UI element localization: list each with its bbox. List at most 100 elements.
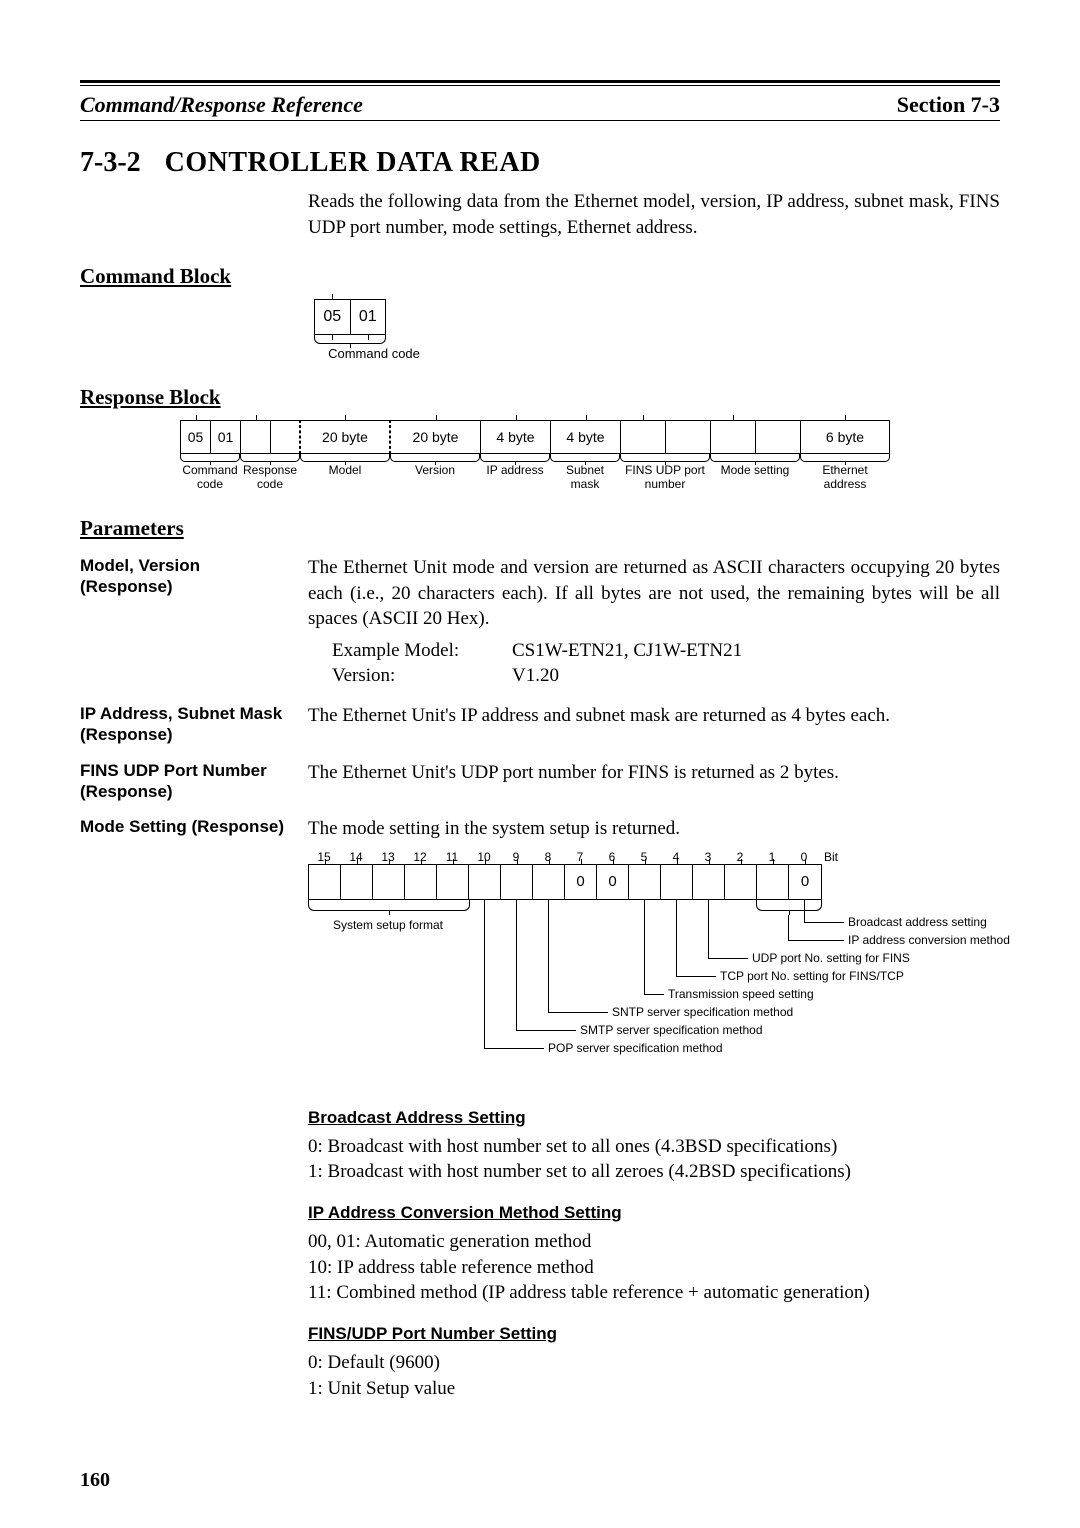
param-text: The mode setting in the system setup is … bbox=[308, 816, 1000, 842]
bit-cell bbox=[437, 865, 469, 899]
field-label: Response code bbox=[240, 464, 300, 492]
bit-number: 0 bbox=[788, 850, 820, 864]
running-header-left: Command/Response Reference bbox=[80, 92, 363, 118]
list-item: 11: Combined method (IP address table re… bbox=[308, 1280, 1000, 1306]
brace bbox=[800, 454, 890, 462]
pointer-label: UDP port No. setting for FINS bbox=[752, 951, 910, 965]
bit-cell bbox=[501, 865, 533, 899]
bit-cell bbox=[533, 865, 565, 899]
pointer-label: SNTP server specification method bbox=[612, 1005, 793, 1019]
parameters-heading: Parameters bbox=[80, 516, 1000, 541]
bit-cell bbox=[693, 865, 725, 899]
list-item: 1: Unit Setup value bbox=[308, 1376, 1000, 1402]
param-ip: IP Address, Subnet Mask (Response) The E… bbox=[80, 703, 1000, 746]
example-key: Example Model: bbox=[332, 638, 512, 664]
running-header-right: Section 7-3 bbox=[897, 92, 1000, 118]
param-label: FINS UDP Port Number (Response) bbox=[80, 760, 290, 803]
byte-cell: 05 bbox=[180, 420, 210, 454]
list-item: 1: Broadcast with host number set to all… bbox=[308, 1159, 1000, 1185]
leader-line bbox=[516, 1030, 576, 1031]
leader-line bbox=[788, 940, 844, 941]
leader-line bbox=[644, 900, 645, 994]
list-item: 0: Default (9600) bbox=[308, 1350, 1000, 1376]
leader-line bbox=[788, 915, 789, 940]
brace bbox=[390, 454, 480, 462]
pointer-label: POP server specification method bbox=[548, 1041, 723, 1055]
pointer-layer: System setup format Broadcast address se… bbox=[308, 900, 1000, 1090]
param-text: The Ethernet Unit's UDP port number for … bbox=[308, 760, 1000, 786]
param-mode: Mode Setting (Response) The mode setting… bbox=[80, 816, 1000, 842]
bit-cell bbox=[341, 865, 373, 899]
leader-line bbox=[804, 900, 805, 922]
list-item: 10: IP address table reference method bbox=[308, 1255, 1000, 1281]
param-label: Model, Version (Response) bbox=[80, 555, 290, 598]
param-text: The Ethernet Unit's IP address and subne… bbox=[308, 703, 1000, 729]
byte-cell: 20 byte bbox=[300, 420, 390, 454]
bit-cell: 0 bbox=[597, 865, 629, 899]
leader-line bbox=[516, 900, 517, 1030]
ipconv-heading: IP Address Conversion Method Setting bbox=[308, 1203, 1000, 1223]
byte-cell bbox=[240, 420, 270, 454]
field-label: Model bbox=[300, 464, 390, 492]
byte-cell: 05 bbox=[315, 300, 351, 334]
example-value: V1.20 bbox=[512, 663, 559, 689]
brace bbox=[308, 900, 470, 911]
rule bbox=[80, 120, 1000, 121]
brace bbox=[314, 335, 386, 344]
byte-cell bbox=[270, 420, 300, 454]
page: Command/Response Reference Section 7-3 7… bbox=[0, 0, 1080, 1528]
pointer-label: Broadcast address setting bbox=[848, 915, 987, 929]
rule bbox=[80, 80, 1000, 83]
response-block-heading: Response Block bbox=[80, 385, 1000, 410]
leader-line bbox=[804, 922, 844, 923]
bit-cell bbox=[309, 865, 341, 899]
brace bbox=[756, 900, 822, 911]
byte-cell bbox=[710, 420, 755, 454]
brace bbox=[240, 454, 300, 462]
response-block-diagram: 05 01 20 byte 20 byte 4 byte 4 byte 6 by… bbox=[180, 420, 1000, 492]
brace bbox=[180, 454, 240, 462]
field-label: Ethernet address bbox=[800, 464, 890, 492]
byte-cell bbox=[665, 420, 710, 454]
broadcast-heading: Broadcast Address Setting bbox=[308, 1108, 1000, 1128]
finsport-heading: FINS/UDP Port Number Setting bbox=[308, 1324, 1000, 1344]
example-value: CS1W-ETN21, CJ1W-ETN21 bbox=[512, 638, 742, 664]
leader-line bbox=[708, 958, 748, 959]
leader-line bbox=[644, 994, 664, 995]
bit-cell bbox=[469, 865, 501, 899]
sys-setup-label: System setup format bbox=[308, 918, 468, 932]
leader-line bbox=[548, 1012, 608, 1013]
field-label: FINS UDP port number bbox=[620, 464, 710, 492]
bit-cell bbox=[405, 865, 437, 899]
field-label: Subnet mask bbox=[550, 464, 620, 492]
byte-cell: 01 bbox=[210, 420, 240, 454]
heading-title: CONTROLLER DATA READ bbox=[165, 147, 541, 179]
param-label: IP Address, Subnet Mask (Response) bbox=[80, 703, 290, 746]
field-label: IP address bbox=[480, 464, 550, 492]
byte-cell: 20 byte bbox=[390, 420, 480, 454]
bit-cell bbox=[629, 865, 661, 899]
bit-diagram: 15 14 13 12 11 10 9 8 7 6 5 4 3 2 1 0 Bi… bbox=[308, 850, 1000, 1090]
pointer-label: IP address conversion method bbox=[848, 933, 1010, 947]
byte-cell bbox=[755, 420, 800, 454]
page-number: 160 bbox=[80, 1469, 110, 1492]
leader-line bbox=[676, 900, 677, 976]
bit-cell bbox=[373, 865, 405, 899]
byte-cell: 4 byte bbox=[480, 420, 550, 454]
intro-paragraph: Reads the following data from the Ethern… bbox=[308, 189, 1000, 240]
leader-line bbox=[484, 900, 485, 1048]
brace bbox=[480, 454, 550, 462]
bit-cell bbox=[661, 865, 693, 899]
example-table: Example Model: CS1W-ETN21, CJ1W-ETN21 Ve… bbox=[332, 638, 1000, 689]
param-label: Mode Setting (Response) bbox=[80, 816, 290, 837]
brace bbox=[550, 454, 620, 462]
example-key: Version: bbox=[332, 663, 512, 689]
list-item: 0: Broadcast with host number set to all… bbox=[308, 1134, 1000, 1160]
field-label: Version bbox=[390, 464, 480, 492]
param-fins-udp: FINS UDP Port Number (Response) The Ethe… bbox=[80, 760, 1000, 803]
field-label: Command code bbox=[180, 464, 240, 492]
running-header: Command/Response Reference Section 7-3 bbox=[80, 92, 1000, 118]
byte-cell bbox=[620, 420, 665, 454]
leader-line bbox=[676, 976, 716, 977]
leader-line bbox=[548, 900, 549, 1012]
